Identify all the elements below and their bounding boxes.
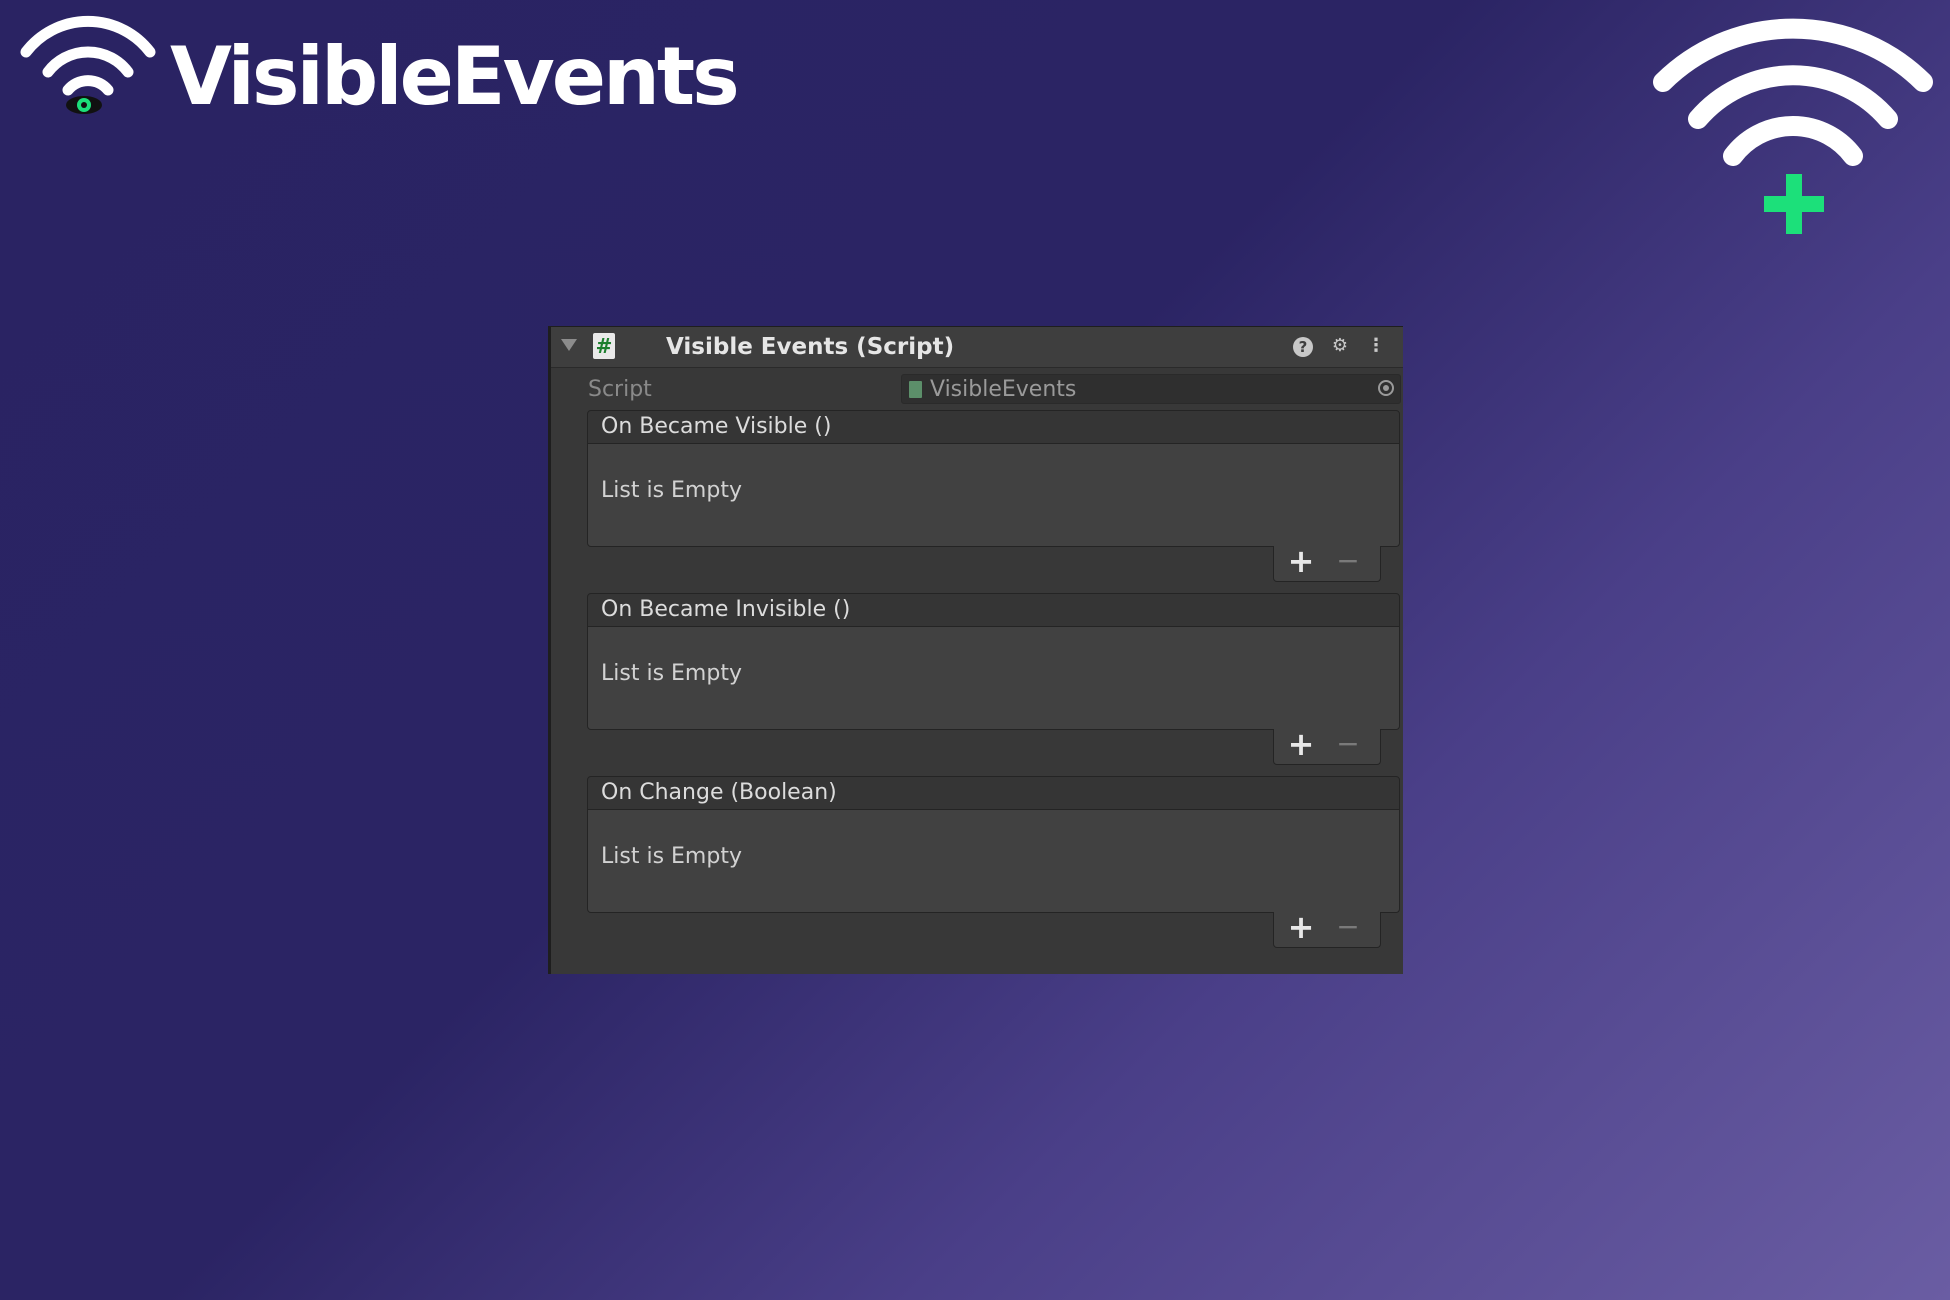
add-listener-button[interactable]: + <box>1286 910 1316 944</box>
csharp-script-icon: # <box>593 333 615 359</box>
event-header: On Change (Boolean) <box>587 776 1400 810</box>
remove-listener-button[interactable]: − <box>1333 727 1363 761</box>
remove-listener-button[interactable]: − <box>1333 544 1363 578</box>
component-title: Visible Events (Script) <box>666 334 955 360</box>
event-title: On Became Visible () <box>601 414 832 439</box>
script-label: Script <box>588 377 652 402</box>
context-menu-icon[interactable]: ⋮ <box>1365 335 1387 357</box>
script-field-row: Script VisibleEvents <box>551 372 1403 408</box>
event-on-became-visible: On Became Visible () List is Empty + − <box>587 410 1400 590</box>
script-file-icon <box>909 381 922 398</box>
inspector-component: # Visible Events (Script) ? ⚙ ⋮ Script V… <box>548 326 1403 974</box>
add-listener-button[interactable]: + <box>1286 544 1316 578</box>
event-on-became-invisible: On Became Invisible () List is Empty + − <box>587 593 1400 773</box>
event-footer: + − <box>1273 727 1381 765</box>
event-list: List is Empty <box>587 627 1400 730</box>
brand-logo: VisibleEvents <box>18 12 740 122</box>
script-value: VisibleEvents <box>930 377 1077 402</box>
wifi-eye-icon <box>20 15 156 114</box>
event-header: On Became Visible () <box>587 410 1400 444</box>
event-on-change: On Change (Boolean) List is Empty + − <box>587 776 1400 956</box>
brand-title: VisibleEvents <box>170 30 740 123</box>
add-listener-button[interactable]: + <box>1286 727 1316 761</box>
component-header[interactable]: # Visible Events (Script) ? ⚙ ⋮ <box>551 326 1403 368</box>
help-icon[interactable]: ? <box>1293 337 1313 357</box>
empty-list-label: List is Empty <box>601 478 742 503</box>
event-header: On Became Invisible () <box>587 593 1400 627</box>
remove-listener-button[interactable]: − <box>1333 910 1363 944</box>
script-object-field[interactable]: VisibleEvents <box>901 374 1401 404</box>
event-title: On Became Invisible () <box>601 597 851 622</box>
event-footer: + − <box>1273 910 1381 948</box>
event-title: On Change (Boolean) <box>601 780 837 805</box>
presets-icon[interactable]: ⚙ <box>1329 335 1351 357</box>
foldout-arrow-icon[interactable] <box>561 339 577 351</box>
wifi-plus-icon <box>1653 18 1933 234</box>
event-footer: + − <box>1273 544 1381 582</box>
event-list: List is Empty <box>587 810 1400 913</box>
empty-list-label: List is Empty <box>601 661 742 686</box>
object-picker-icon[interactable] <box>1378 380 1394 396</box>
empty-list-label: List is Empty <box>601 844 742 869</box>
event-list: List is Empty <box>587 444 1400 547</box>
